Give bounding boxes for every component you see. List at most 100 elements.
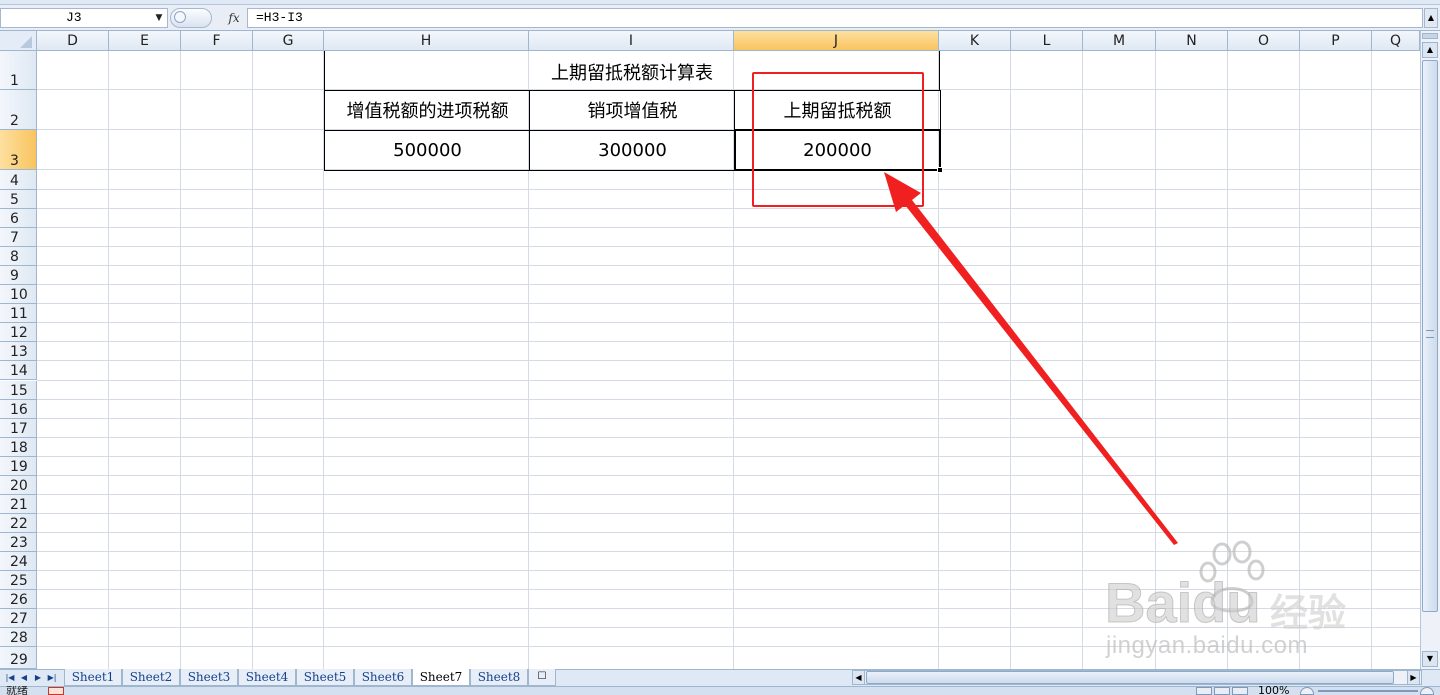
row-header-29[interactable]: 29 — [0, 647, 37, 669]
last-sheet-button[interactable]: ▶| — [46, 671, 58, 684]
expand-formula-bar-button[interactable]: ▲ — [1424, 8, 1438, 28]
page-break-view-button[interactable] — [1232, 687, 1248, 695]
row-header-19[interactable]: 19 — [0, 456, 37, 476]
sheet-tab-sheet6[interactable]: Sheet6 — [354, 669, 412, 686]
next-sheet-button[interactable]: ▶ — [32, 671, 44, 684]
value-cell-h3[interactable]: 500000 — [324, 130, 530, 171]
zoom-level[interactable]: 100% — [1258, 686, 1289, 695]
column-header-j[interactable]: J — [734, 31, 939, 51]
row-header-7[interactable]: 7 — [0, 228, 37, 248]
gridline-horizontal — [37, 531, 1420, 533]
column-header-h[interactable]: H — [324, 31, 529, 51]
column-header-m[interactable]: M — [1083, 31, 1156, 51]
sheet-tab-sheet8[interactable]: Sheet8 — [470, 669, 528, 686]
scroll-right-button[interactable]: ▶ — [1407, 670, 1420, 685]
watermark-product: 经验 — [1270, 591, 1347, 635]
zoom-slider[interactable] — [1318, 690, 1418, 692]
page-layout-view-button[interactable] — [1214, 687, 1230, 695]
gridline-horizontal — [37, 303, 1420, 305]
gridline-horizontal — [37, 379, 1420, 381]
name-box[interactable]: J3 — [0, 8, 168, 28]
first-sheet-button[interactable]: |◀ — [4, 671, 16, 684]
row-header-20[interactable]: 20 — [0, 475, 37, 495]
row-header-16[interactable]: 16 — [0, 399, 37, 419]
fill-handle[interactable] — [937, 167, 943, 173]
row-header-5[interactable]: 5 — [0, 190, 37, 210]
split-box[interactable] — [1422, 33, 1438, 39]
gridline-horizontal — [37, 284, 1420, 286]
sheet-tab-sheet2[interactable]: Sheet2 — [122, 669, 180, 686]
column-header-l[interactable]: L — [1011, 31, 1083, 51]
column-header-e[interactable]: E — [109, 31, 181, 51]
gridline-horizontal — [37, 512, 1420, 514]
scroll-down-button[interactable]: ▼ — [1422, 651, 1438, 667]
gridline-horizontal — [37, 550, 1420, 552]
scroll-left-button[interactable]: ◀ — [852, 670, 865, 685]
row-header-23[interactable]: 23 — [0, 532, 37, 552]
scroll-up-button[interactable]: ▲ — [1422, 42, 1438, 58]
annotation-highlight-box — [752, 72, 924, 207]
zoom-in-button[interactable] — [1420, 687, 1434, 695]
gridline-horizontal — [37, 322, 1420, 324]
column-header-p[interactable]: P — [1300, 31, 1372, 51]
sheet-tab-sheet4[interactable]: Sheet4 — [238, 669, 296, 686]
formula-input[interactable]: =H3-I3 — [247, 8, 1423, 28]
row-header-15[interactable]: 15 — [0, 380, 37, 400]
row-header-6[interactable]: 6 — [0, 209, 37, 229]
row-header-27[interactable]: 27 — [0, 609, 37, 629]
column-header-f[interactable]: F — [181, 31, 253, 51]
column-header-i[interactable]: I — [529, 31, 734, 51]
row-header-4[interactable]: 4 — [0, 170, 37, 190]
select-all-triangle-icon — [20, 36, 32, 48]
sheet-tab-sheet5[interactable]: Sheet5 — [296, 669, 354, 686]
gridline-horizontal — [37, 455, 1420, 457]
row-header-10[interactable]: 10 — [0, 285, 37, 305]
watermark-url: jingyan.baidu.com — [1106, 632, 1308, 659]
column-header-g[interactable]: G — [253, 31, 324, 51]
row-header-9[interactable]: 9 — [0, 266, 37, 286]
gridline-horizontal — [37, 474, 1420, 476]
sheet-tab-sheet7[interactable]: Sheet7 — [412, 669, 470, 686]
header-cell-output-tax[interactable]: 销项增值税 — [529, 90, 735, 131]
gridline-horizontal — [37, 265, 1420, 267]
row-header-11[interactable]: 11 — [0, 304, 37, 324]
row-header-14[interactable]: 14 — [0, 361, 37, 381]
row-header-18[interactable]: 18 — [0, 437, 37, 457]
row-header-21[interactable]: 21 — [0, 494, 37, 514]
row-header-24[interactable]: 24 — [0, 551, 37, 571]
macro-record-icon[interactable] — [48, 687, 64, 695]
column-header-d[interactable]: D — [37, 31, 109, 51]
insert-function-button[interactable]: fx — [222, 8, 246, 28]
column-header-o[interactable]: O — [1228, 31, 1300, 51]
gridline-horizontal — [37, 341, 1420, 343]
row-header-17[interactable]: 17 — [0, 418, 37, 438]
row-header-22[interactable]: 22 — [0, 513, 37, 533]
gridline-horizontal — [37, 398, 1420, 400]
row-header-13[interactable]: 13 — [0, 342, 37, 362]
column-header-q[interactable]: Q — [1372, 31, 1420, 51]
header-cell-input-tax[interactable]: 增值税额的进项税额 — [324, 90, 530, 131]
row-header-2[interactable]: 2 — [0, 90, 37, 130]
row-header-26[interactable]: 26 — [0, 590, 37, 610]
gridline-horizontal — [37, 360, 1420, 362]
gridline-horizontal — [37, 246, 1420, 248]
zoom-out-button[interactable] — [1300, 687, 1314, 695]
row-header-25[interactable]: 25 — [0, 571, 37, 591]
sheet-tab-sheet3[interactable]: Sheet3 — [180, 669, 238, 686]
normal-view-button[interactable] — [1196, 687, 1212, 695]
gridline-horizontal — [37, 208, 1420, 210]
row-header-1[interactable]: 1 — [0, 51, 37, 90]
prev-sheet-button[interactable]: ◀ — [18, 671, 30, 684]
column-header-k[interactable]: K — [939, 31, 1011, 51]
horizontal-scroll-thumb[interactable] — [866, 671, 1394, 684]
row-header-12[interactable]: 12 — [0, 323, 37, 343]
gridline-horizontal — [37, 417, 1420, 419]
insert-sheet-icon[interactable]: ☐ — [528, 669, 556, 686]
sheet-tab-sheet1[interactable]: Sheet1 — [64, 669, 122, 686]
column-header-n[interactable]: N — [1156, 31, 1228, 51]
value-cell-i3[interactable]: 300000 — [529, 130, 735, 171]
row-header-3[interactable]: 3 — [0, 130, 37, 170]
chevron-down-icon[interactable]: ▼ — [152, 8, 166, 28]
row-header-8[interactable]: 8 — [0, 247, 37, 267]
row-header-28[interactable]: 28 — [0, 628, 37, 648]
